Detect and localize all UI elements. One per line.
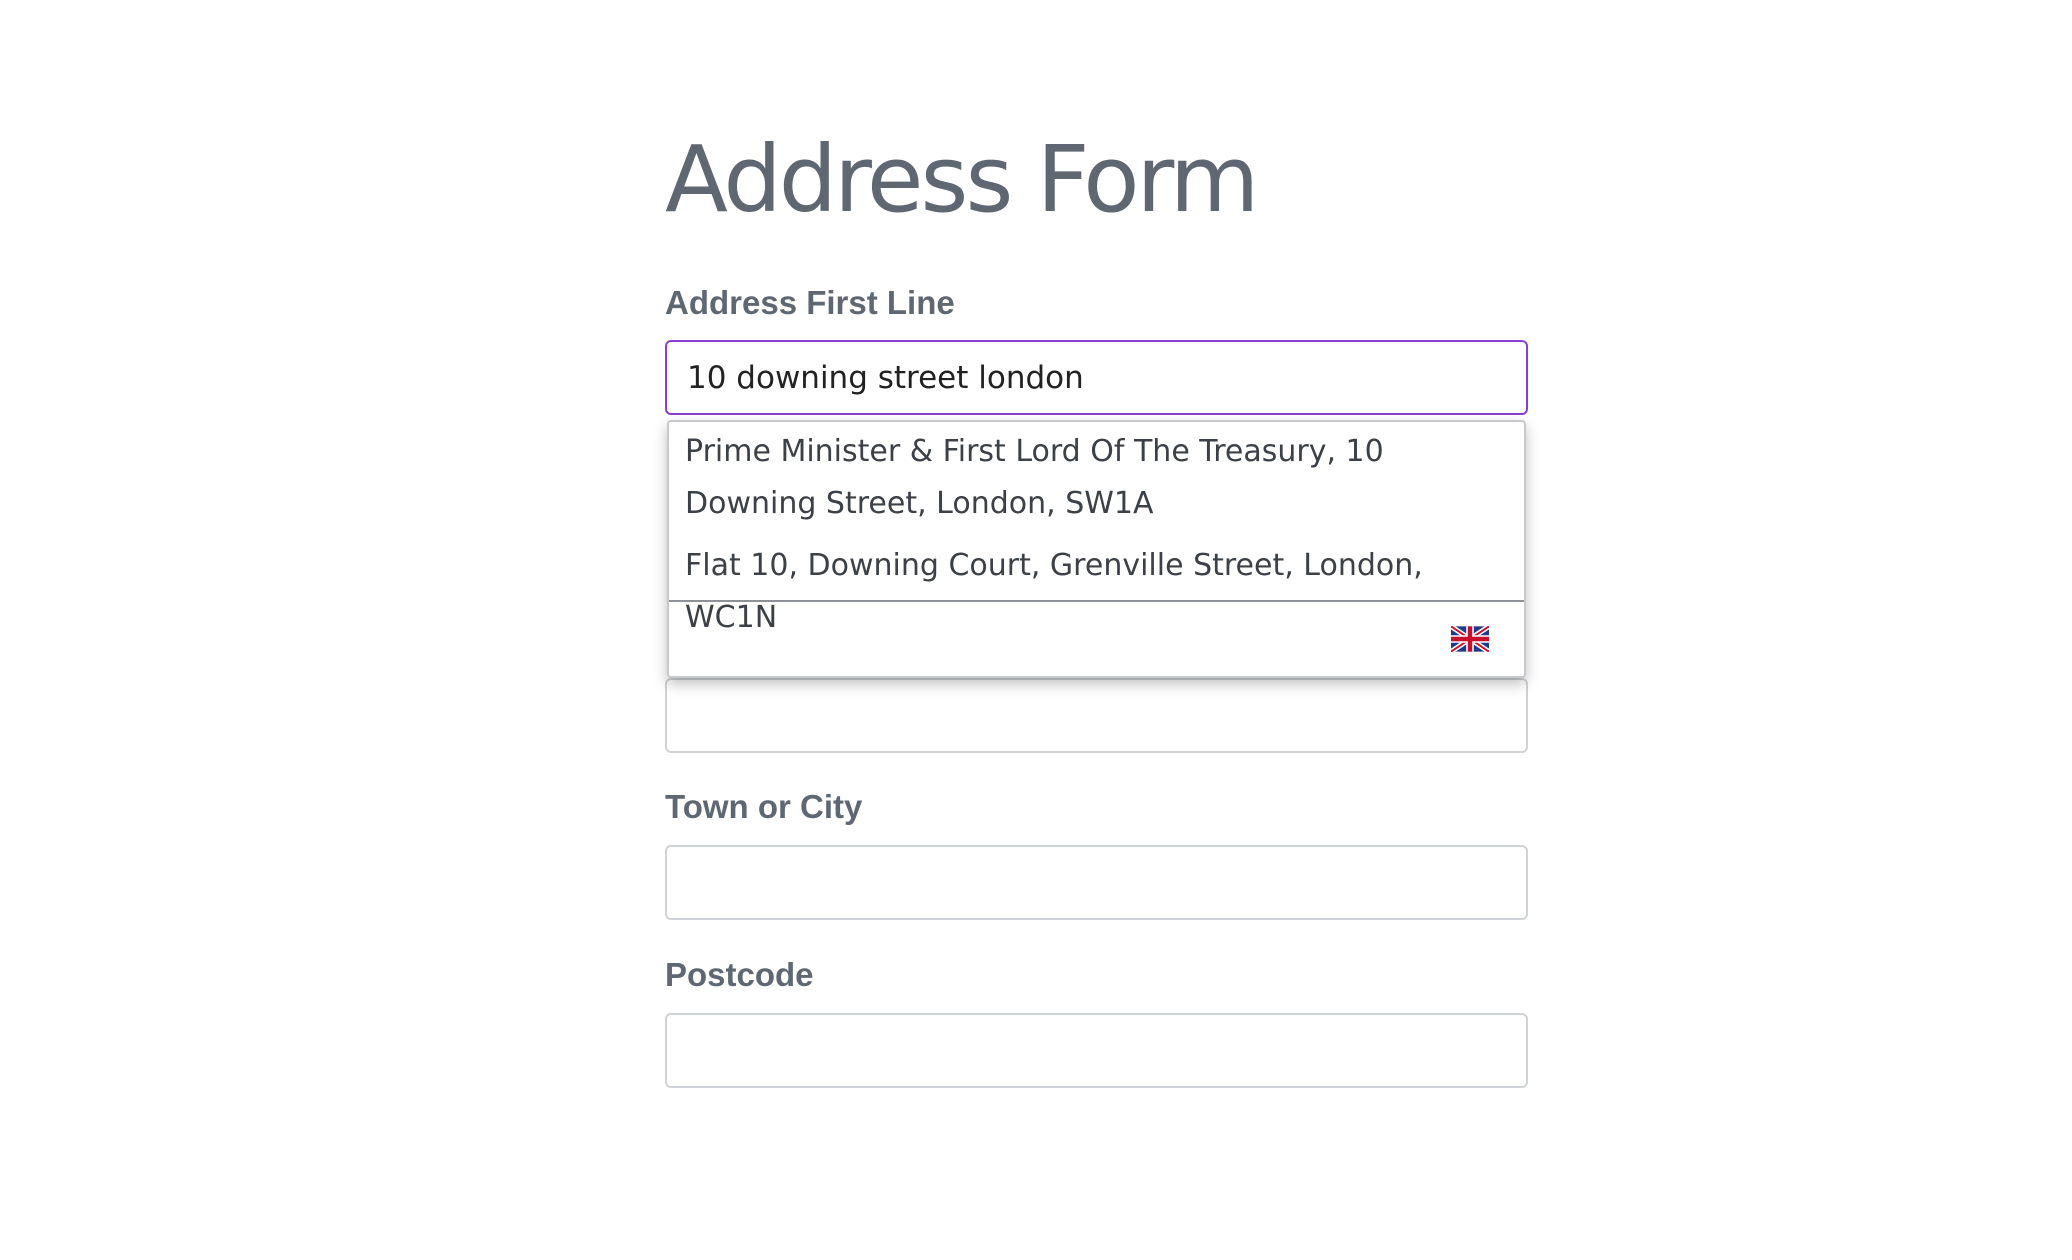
address-suggestion-item[interactable]: Prime Minister & First Lord Of The Treas… [669,422,1524,530]
address-first-line-input[interactable] [665,340,1528,415]
town-or-city-label: Town or City [665,788,863,825]
postcode-input[interactable] [665,1013,1528,1088]
postcode-label: Postcode [665,956,814,993]
address-autocomplete-dropdown: Prime Minister & First Lord Of The Treas… [667,420,1526,678]
dropdown-footer [669,600,1524,676]
page-title: Address Form [665,126,1259,233]
uk-flag-icon [1451,626,1489,652]
address-second-line-input[interactable] [665,678,1528,753]
address-form-page: Address Form Address First Line Town or … [0,0,2072,1260]
town-or-city-input[interactable] [665,845,1528,920]
address-first-line-label: Address First Line [665,284,955,321]
